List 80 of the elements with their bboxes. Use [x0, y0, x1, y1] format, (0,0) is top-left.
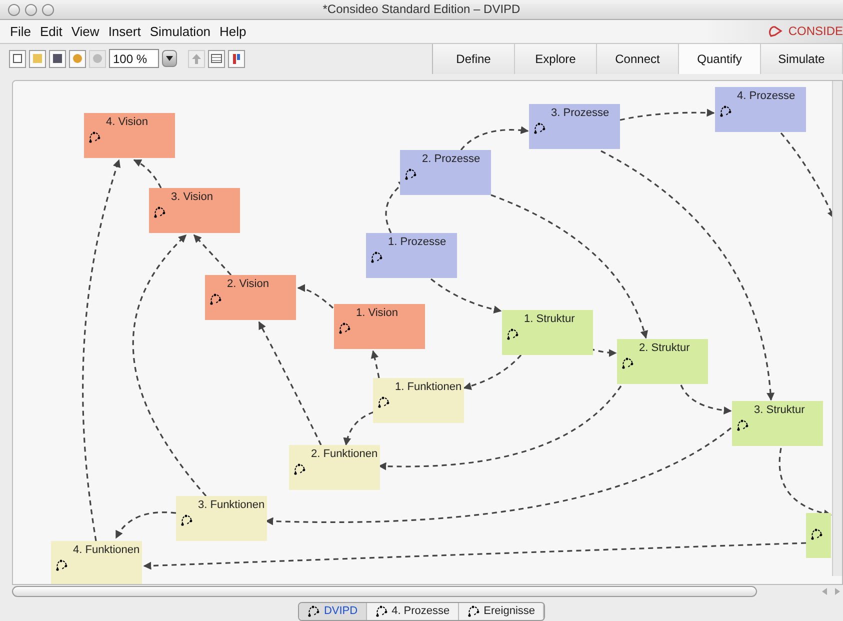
node-card[interactable]: 1. Funktionen	[373, 378, 464, 423]
window-control-button[interactable]	[42, 4, 54, 16]
loop-icon	[719, 105, 733, 118]
node-card[interactable]: 3. Funktionen	[176, 496, 267, 541]
loop-icon	[306, 604, 321, 618]
menu-item[interactable]: Edit	[40, 22, 62, 42]
connector-arrow	[778, 448, 832, 517]
model-tab[interactable]: Ereignisse	[458, 602, 544, 620]
model-tab[interactable]: 4. Prozesse	[366, 602, 459, 620]
mode-tab[interactable]: Quantify	[679, 44, 761, 74]
node-label: 2. Prozesse	[421, 152, 482, 167]
node-label: 3. Prozesse	[550, 106, 610, 121]
node-card[interactable]: 3. Struktur	[732, 400, 823, 446]
connector-arrow	[297, 284, 334, 308]
caret-icon	[166, 56, 173, 62]
table-icon[interactable]	[208, 50, 225, 68]
node-label: 2. Vision	[226, 276, 270, 292]
node-card[interactable]: 4. Funktionen	[51, 540, 142, 584]
mode-tab[interactable]: Explore	[515, 44, 597, 74]
loop-icon	[810, 528, 824, 541]
loop-icon	[180, 514, 194, 528]
node-card[interactable]: 1. Vision	[334, 304, 425, 349]
loop-icon	[466, 604, 481, 618]
loop-icon	[293, 463, 307, 476]
node-card[interactable]: 2. Funktionen	[289, 444, 380, 490]
loop-icon	[377, 396, 391, 410]
node-card[interactable]	[806, 512, 831, 558]
logo-icon	[768, 24, 784, 38]
node-label: 2. Struktur	[638, 340, 691, 356]
menu-item[interactable]: Insert	[108, 22, 141, 42]
menu-item[interactable]: Simulation	[150, 22, 211, 42]
node-label: 3. Vision	[170, 190, 214, 205]
node-card[interactable]: 3. Prozesse	[529, 104, 620, 149]
logo-text: CONSIDE	[788, 23, 843, 40]
connector-arrow	[460, 126, 529, 150]
menu-item[interactable]: View	[71, 22, 100, 42]
menu-item[interactable]: File	[10, 22, 31, 42]
dropdown-button[interactable]	[162, 50, 177, 68]
window-title: *Consideo Standard Edition – DVIPD	[322, 1, 520, 18]
loop-icon	[374, 604, 389, 618]
loop-icon	[621, 357, 635, 370]
node-card[interactable]: 1. Prozesse	[366, 232, 457, 278]
loop-icon	[338, 322, 352, 336]
loop-icon	[404, 168, 418, 182]
node-label: 3. Funktionen	[197, 498, 266, 513]
node-label: 2. Funktionen	[310, 446, 379, 462]
loop-icon	[88, 131, 102, 144]
node-card[interactable]: 1. Struktur	[502, 310, 593, 355]
model-tab[interactable]: DVIPD	[298, 602, 367, 620]
node-label: 3. Struktur	[753, 402, 806, 418]
loop-icon	[209, 293, 223, 306]
mode-tab[interactable]: Connect	[597, 44, 679, 74]
node-label: 1. Struktur	[523, 312, 576, 327]
loop-icon	[370, 251, 384, 264]
node-label: 1. Vision	[355, 306, 399, 321]
zoom-field[interactable]: 100 %	[109, 49, 159, 68]
mode-tab[interactable]: Define	[433, 44, 515, 74]
mode-tab[interactable]: Simulate	[761, 44, 843, 74]
node-label: 4. Funktionen	[72, 542, 141, 558]
node-label: 1. Funktionen	[394, 380, 463, 395]
menu-item[interactable]: Help	[220, 22, 246, 42]
node-card[interactable]: 2. Struktur	[617, 338, 708, 384]
node-label: 4. Vision	[105, 114, 149, 130]
loop-icon	[533, 122, 547, 136]
window-control-button[interactable]	[25, 4, 37, 16]
node-card[interactable]: 2. Vision	[205, 274, 296, 320]
loop-icon	[506, 328, 520, 342]
node-card[interactable]: 3. Vision	[149, 188, 240, 233]
loop-icon	[153, 206, 167, 220]
horizontal-scrollbar[interactable]	[12, 586, 757, 597]
connector-arrow	[133, 159, 162, 188]
loop-icon	[55, 559, 69, 572]
node-card[interactable]: 4. Vision	[84, 112, 175, 158]
node-card[interactable]: 4. Prozesse	[715, 86, 806, 132]
node-card[interactable]: 2. Prozesse	[400, 150, 491, 195]
node-label: 4. Prozesse	[736, 88, 796, 104]
loop-icon	[736, 419, 750, 432]
window-control-button[interactable]	[8, 4, 20, 16]
connector-arrow	[370, 350, 380, 378]
node-label: 1. Prozesse	[387, 234, 448, 250]
